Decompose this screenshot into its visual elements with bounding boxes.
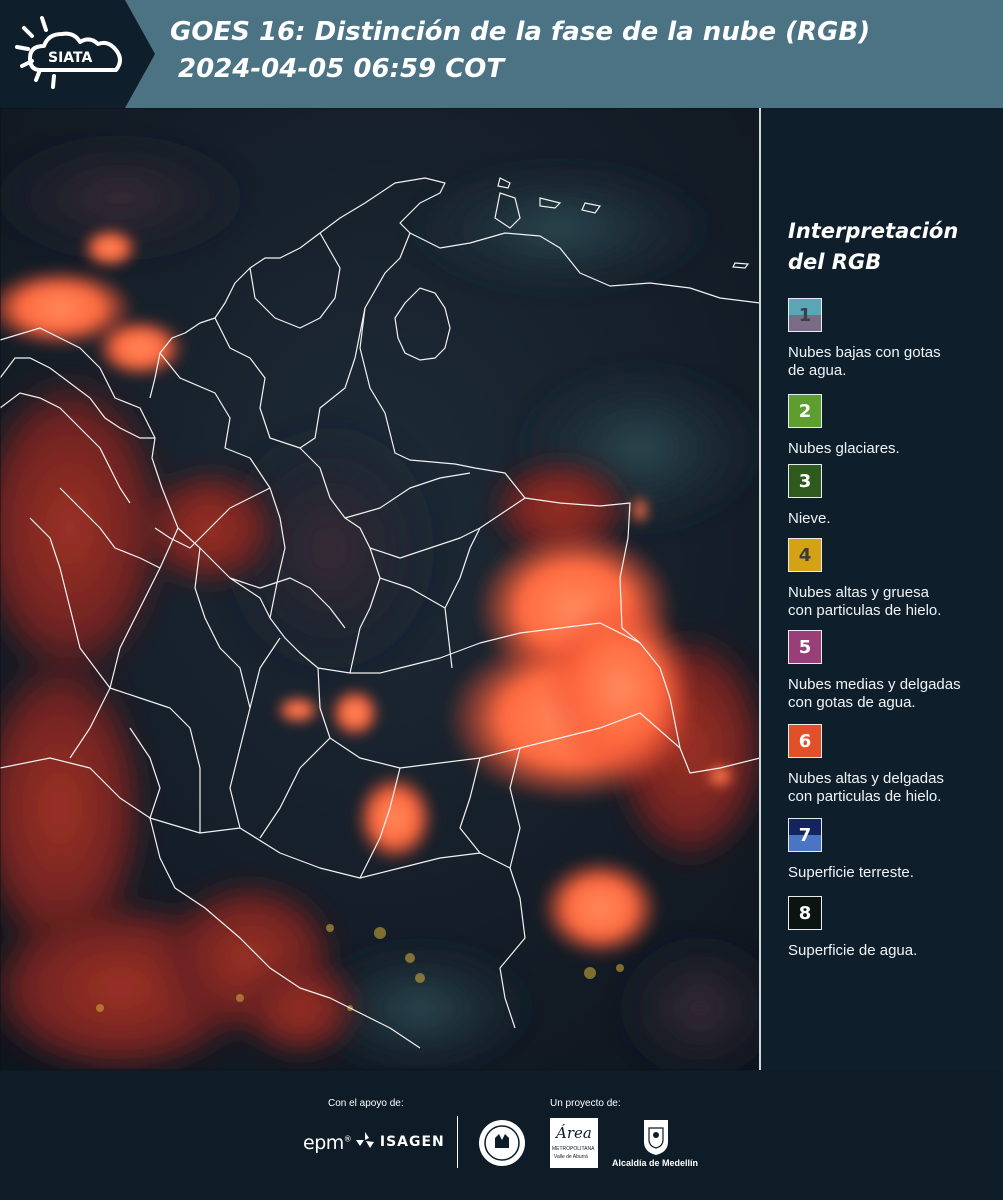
alcaldia-shield-icon [644, 1120, 668, 1155]
legend-number: 1 [798, 304, 812, 326]
legend-label: Nubes bajas con gotas de agua. [788, 344, 941, 379]
legend-swatch: 1 [788, 298, 822, 332]
legend-number: 4 [798, 544, 812, 566]
legend-label: Nubes altas y gruesa con particulas de hi… [788, 584, 942, 619]
legend-number: 3 [798, 470, 812, 492]
header: SIATA GOES 16: Distinción de la fase de … [0, 0, 1003, 108]
legend-item-8: 8 Superficie de agua. [788, 896, 917, 960]
legend-number: 2 [798, 400, 812, 422]
footer: Con el apoyo de: Un proyecto de: epm® IS… [0, 1070, 1003, 1200]
legend-label: Nubes glaciares. [788, 440, 900, 457]
page-timestamp: 2024-04-05 06:59 COT [178, 54, 505, 84]
legend-title: Interpretación del RGB [788, 219, 959, 274]
map-border [759, 108, 761, 1070]
university-seal-icon [479, 1120, 525, 1166]
legend-number: 6 [798, 730, 812, 752]
siata-logo: SIATA [0, 0, 155, 108]
legend-label: Nieve. [788, 510, 831, 527]
epm-logo: epm® [303, 1132, 352, 1154]
legend-item-1: 1 Nubes bajas con gotas de agua. [788, 298, 941, 380]
legend-swatch: 5 [788, 630, 822, 664]
legend-swatch: 4 [788, 538, 822, 572]
legend-label: Nubes altas y delgadas con particulas de … [788, 770, 944, 805]
legend-item-4: 4 Nubes altas y gruesa con particulas de h… [788, 538, 941, 620]
area-metropolitana-logo: Área METROPOLITANA Valle de Aburrá [550, 1118, 598, 1168]
legend-swatch: 6 [788, 724, 822, 758]
legend-number: 7 [798, 824, 812, 846]
legend-number: 8 [798, 902, 812, 924]
isagen-icon [356, 1132, 374, 1148]
isagen-logo: ISAGEN [356, 1132, 445, 1150]
legend-label: Nubes medias y delgadas con gotas de agua… [788, 676, 961, 711]
legend-swatch: 8 [788, 896, 822, 930]
legend-item-2: 2 Nubes glaciares. [788, 394, 900, 458]
legend-item-6: 6 Nubes altas y delgadas con particulas de… [788, 724, 944, 806]
legend: Interpretación del RGB 1 Nubes bajas con … [788, 216, 993, 959]
legend-item-7: 7 Superficie terreste. [788, 818, 914, 882]
legend-label: Superficie de agua. [788, 942, 918, 959]
support-caption: Con el apoyo de: [328, 1098, 404, 1109]
page-title: GOES 16: Distinción de la fase de la nub… [170, 17, 871, 47]
satellite-image [0, 108, 760, 1070]
footer-divider [457, 1116, 458, 1168]
project-caption: Un proyecto de: [550, 1098, 621, 1109]
legend-label: Superficie terreste. [788, 864, 914, 881]
legend-swatch: 3 [788, 464, 822, 498]
alcaldia-text: Alcaldía de Medellín [612, 1158, 699, 1168]
legend-swatch: 7 [788, 818, 822, 852]
legend-swatch: 2 [788, 394, 822, 428]
legend-number: 5 [798, 636, 812, 658]
legend-item-3: 3 Nieve. [788, 464, 831, 528]
legend-item-5: 5 Nubes medias y delgadas con gotas de agu… [788, 630, 961, 712]
logo-text: SIATA [48, 50, 93, 66]
satellite-map[interactable] [0, 108, 760, 1070]
